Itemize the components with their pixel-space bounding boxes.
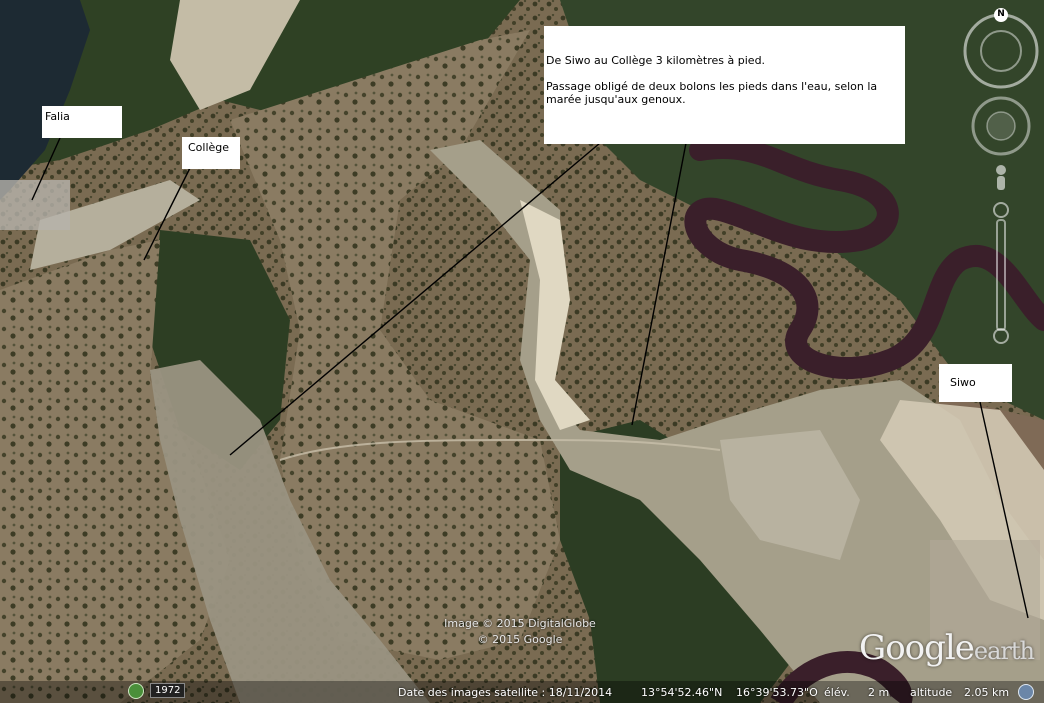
pegman-icon[interactable] [996, 165, 1006, 190]
leader-note-left [229, 142, 601, 456]
leader-college [143, 167, 191, 261]
history-clock-icon[interactable] [128, 683, 144, 699]
logo-suffix: earth [973, 637, 1035, 665]
placemark-siwo[interactable]: Siwo [939, 364, 1012, 402]
north-label: N [997, 9, 1005, 19]
leader-siwo [979, 401, 1029, 619]
imagery-copyright: Image © 2015 DigitalGlobe © 2015 Google [420, 616, 620, 648]
logo-main: Google [859, 628, 975, 668]
elevation-label: élév. [824, 686, 850, 699]
imagery-date: Date des images satellite : 18/11/2014 [398, 686, 613, 699]
copyright-line-1: Image © 2015 DigitalGlobe [444, 617, 596, 630]
leader-falia [31, 137, 61, 201]
navigation-controls[interactable] [962, 6, 1042, 346]
google-earth-logo: Googleearth [859, 628, 1035, 668]
history-year[interactable]: 1972 [150, 683, 186, 698]
note-box[interactable]: De Siwo au Collège 3 kilomètres à pied. … [544, 26, 905, 144]
placemark-college[interactable]: Collège [182, 137, 240, 169]
zoom-slider[interactable] [993, 202, 1009, 344]
placemark-falia[interactable]: Falia [42, 106, 122, 138]
copyright-line-2: © 2015 Google [477, 633, 563, 646]
altitude-label: altitude [910, 686, 953, 699]
longitude: 16°39'53.73"O [736, 686, 818, 699]
latitude: 13°54'52.46"N [641, 686, 723, 699]
compass-ring[interactable] [963, 13, 1039, 89]
altitude-value: 2.05 km [964, 686, 1010, 699]
elevation-value: 2 m [868, 686, 890, 699]
globe-status-icon [1018, 684, 1034, 700]
look-joystick[interactable] [971, 96, 1031, 156]
leader-note-right [631, 142, 687, 426]
